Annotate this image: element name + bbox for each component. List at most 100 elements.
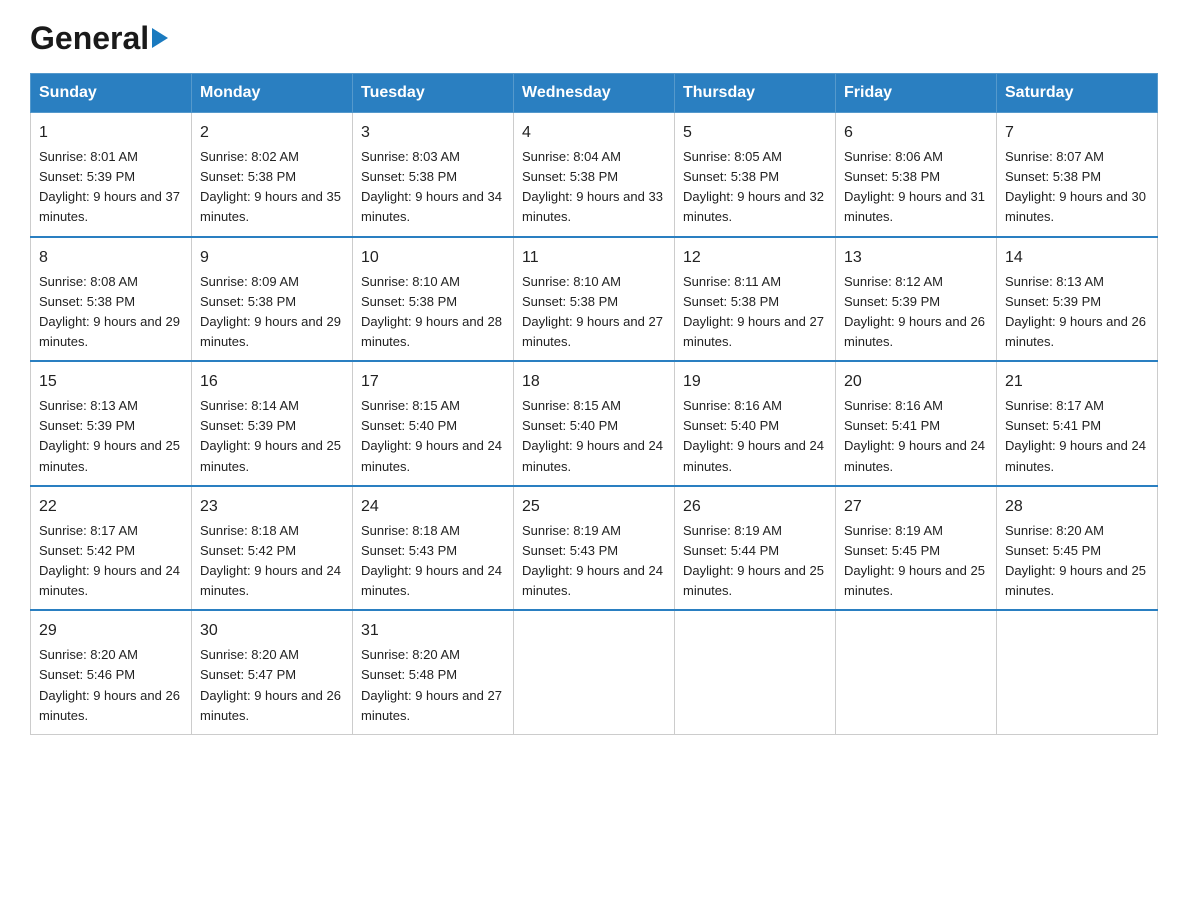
calendar-cell: 5Sunrise: 8:05 AMSunset: 5:38 PMDaylight… [675, 113, 836, 237]
calendar-cell: 9Sunrise: 8:09 AMSunset: 5:38 PMDaylight… [192, 237, 353, 362]
day-number: 7 [1005, 121, 1149, 145]
day-number: 25 [522, 495, 666, 519]
day-info: Sunrise: 8:18 AMSunset: 5:43 PMDaylight:… [361, 521, 505, 602]
calendar-cell: 4Sunrise: 8:04 AMSunset: 5:38 PMDaylight… [514, 113, 675, 237]
logo-arrow-icon [152, 28, 168, 48]
weekday-header-tuesday: Tuesday [353, 74, 514, 113]
day-info: Sunrise: 8:02 AMSunset: 5:38 PMDaylight:… [200, 147, 344, 228]
day-info: Sunrise: 8:19 AMSunset: 5:44 PMDaylight:… [683, 521, 827, 602]
calendar-body: 1Sunrise: 8:01 AMSunset: 5:39 PMDaylight… [31, 113, 1158, 735]
day-number: 19 [683, 370, 827, 394]
weekday-header-monday: Monday [192, 74, 353, 113]
day-info: Sunrise: 8:11 AMSunset: 5:38 PMDaylight:… [683, 272, 827, 353]
weekday-header-thursday: Thursday [675, 74, 836, 113]
calendar-cell: 6Sunrise: 8:06 AMSunset: 5:38 PMDaylight… [836, 113, 997, 237]
day-number: 9 [200, 246, 344, 270]
day-info: Sunrise: 8:01 AMSunset: 5:39 PMDaylight:… [39, 147, 183, 228]
day-number: 27 [844, 495, 988, 519]
day-number: 1 [39, 121, 183, 145]
day-info: Sunrise: 8:20 AMSunset: 5:47 PMDaylight:… [200, 645, 344, 726]
calendar-week-5: 29Sunrise: 8:20 AMSunset: 5:46 PMDayligh… [31, 610, 1158, 734]
calendar-cell: 10Sunrise: 8:10 AMSunset: 5:38 PMDayligh… [353, 237, 514, 362]
calendar-cell: 7Sunrise: 8:07 AMSunset: 5:38 PMDaylight… [997, 113, 1158, 237]
day-number: 8 [39, 246, 183, 270]
day-info: Sunrise: 8:15 AMSunset: 5:40 PMDaylight:… [361, 396, 505, 477]
calendar-cell [836, 610, 997, 734]
calendar-cell [997, 610, 1158, 734]
day-info: Sunrise: 8:20 AMSunset: 5:46 PMDaylight:… [39, 645, 183, 726]
calendar-cell: 20Sunrise: 8:16 AMSunset: 5:41 PMDayligh… [836, 361, 997, 486]
calendar-cell: 17Sunrise: 8:15 AMSunset: 5:40 PMDayligh… [353, 361, 514, 486]
day-number: 20 [844, 370, 988, 394]
calendar-cell [514, 610, 675, 734]
day-number: 11 [522, 246, 666, 270]
logo-general-text: General [30, 20, 149, 57]
day-info: Sunrise: 8:06 AMSunset: 5:38 PMDaylight:… [844, 147, 988, 228]
day-info: Sunrise: 8:19 AMSunset: 5:43 PMDaylight:… [522, 521, 666, 602]
calendar-cell: 19Sunrise: 8:16 AMSunset: 5:40 PMDayligh… [675, 361, 836, 486]
day-number: 31 [361, 619, 505, 643]
day-info: Sunrise: 8:09 AMSunset: 5:38 PMDaylight:… [200, 272, 344, 353]
calendar-table: SundayMondayTuesdayWednesdayThursdayFrid… [30, 73, 1158, 735]
calendar-cell: 2Sunrise: 8:02 AMSunset: 5:38 PMDaylight… [192, 113, 353, 237]
calendar-cell: 16Sunrise: 8:14 AMSunset: 5:39 PMDayligh… [192, 361, 353, 486]
calendar-cell: 12Sunrise: 8:11 AMSunset: 5:38 PMDayligh… [675, 237, 836, 362]
calendar-cell: 14Sunrise: 8:13 AMSunset: 5:39 PMDayligh… [997, 237, 1158, 362]
calendar-cell: 24Sunrise: 8:18 AMSunset: 5:43 PMDayligh… [353, 486, 514, 611]
day-number: 24 [361, 495, 505, 519]
day-info: Sunrise: 8:20 AMSunset: 5:48 PMDaylight:… [361, 645, 505, 726]
calendar-cell: 23Sunrise: 8:18 AMSunset: 5:42 PMDayligh… [192, 486, 353, 611]
day-number: 30 [200, 619, 344, 643]
weekday-header-saturday: Saturday [997, 74, 1158, 113]
day-number: 23 [200, 495, 344, 519]
day-number: 22 [39, 495, 183, 519]
calendar-cell: 29Sunrise: 8:20 AMSunset: 5:46 PMDayligh… [31, 610, 192, 734]
day-number: 6 [844, 121, 988, 145]
day-info: Sunrise: 8:08 AMSunset: 5:38 PMDaylight:… [39, 272, 183, 353]
calendar-cell: 26Sunrise: 8:19 AMSunset: 5:44 PMDayligh… [675, 486, 836, 611]
day-info: Sunrise: 8:20 AMSunset: 5:45 PMDaylight:… [1005, 521, 1149, 602]
day-number: 16 [200, 370, 344, 394]
day-info: Sunrise: 8:05 AMSunset: 5:38 PMDaylight:… [683, 147, 827, 228]
day-number: 14 [1005, 246, 1149, 270]
day-info: Sunrise: 8:18 AMSunset: 5:42 PMDaylight:… [200, 521, 344, 602]
calendar-cell: 8Sunrise: 8:08 AMSunset: 5:38 PMDaylight… [31, 237, 192, 362]
weekday-header-sunday: Sunday [31, 74, 192, 113]
day-info: Sunrise: 8:12 AMSunset: 5:39 PMDaylight:… [844, 272, 988, 353]
day-info: Sunrise: 8:15 AMSunset: 5:40 PMDaylight:… [522, 396, 666, 477]
day-info: Sunrise: 8:17 AMSunset: 5:41 PMDaylight:… [1005, 396, 1149, 477]
day-number: 29 [39, 619, 183, 643]
day-info: Sunrise: 8:10 AMSunset: 5:38 PMDaylight:… [361, 272, 505, 353]
weekday-header-wednesday: Wednesday [514, 74, 675, 113]
day-number: 21 [1005, 370, 1149, 394]
day-number: 4 [522, 121, 666, 145]
calendar-week-3: 15Sunrise: 8:13 AMSunset: 5:39 PMDayligh… [31, 361, 1158, 486]
day-number: 12 [683, 246, 827, 270]
day-info: Sunrise: 8:04 AMSunset: 5:38 PMDaylight:… [522, 147, 666, 228]
calendar-cell: 30Sunrise: 8:20 AMSunset: 5:47 PMDayligh… [192, 610, 353, 734]
calendar-cell: 15Sunrise: 8:13 AMSunset: 5:39 PMDayligh… [31, 361, 192, 486]
calendar-cell: 18Sunrise: 8:15 AMSunset: 5:40 PMDayligh… [514, 361, 675, 486]
day-info: Sunrise: 8:03 AMSunset: 5:38 PMDaylight:… [361, 147, 505, 228]
calendar-week-2: 8Sunrise: 8:08 AMSunset: 5:38 PMDaylight… [31, 237, 1158, 362]
day-info: Sunrise: 8:16 AMSunset: 5:41 PMDaylight:… [844, 396, 988, 477]
day-number: 10 [361, 246, 505, 270]
calendar-cell: 11Sunrise: 8:10 AMSunset: 5:38 PMDayligh… [514, 237, 675, 362]
calendar-week-4: 22Sunrise: 8:17 AMSunset: 5:42 PMDayligh… [31, 486, 1158, 611]
day-info: Sunrise: 8:19 AMSunset: 5:45 PMDaylight:… [844, 521, 988, 602]
day-info: Sunrise: 8:14 AMSunset: 5:39 PMDaylight:… [200, 396, 344, 477]
calendar-cell: 21Sunrise: 8:17 AMSunset: 5:41 PMDayligh… [997, 361, 1158, 486]
weekday-header-friday: Friday [836, 74, 997, 113]
day-number: 3 [361, 121, 505, 145]
calendar-header-row: SundayMondayTuesdayWednesdayThursdayFrid… [31, 74, 1158, 113]
day-number: 5 [683, 121, 827, 145]
day-info: Sunrise: 8:13 AMSunset: 5:39 PMDaylight:… [1005, 272, 1149, 353]
day-info: Sunrise: 8:13 AMSunset: 5:39 PMDaylight:… [39, 396, 183, 477]
day-info: Sunrise: 8:10 AMSunset: 5:38 PMDaylight:… [522, 272, 666, 353]
day-number: 18 [522, 370, 666, 394]
day-number: 26 [683, 495, 827, 519]
day-number: 2 [200, 121, 344, 145]
calendar-cell: 25Sunrise: 8:19 AMSunset: 5:43 PMDayligh… [514, 486, 675, 611]
calendar-cell [675, 610, 836, 734]
day-info: Sunrise: 8:07 AMSunset: 5:38 PMDaylight:… [1005, 147, 1149, 228]
